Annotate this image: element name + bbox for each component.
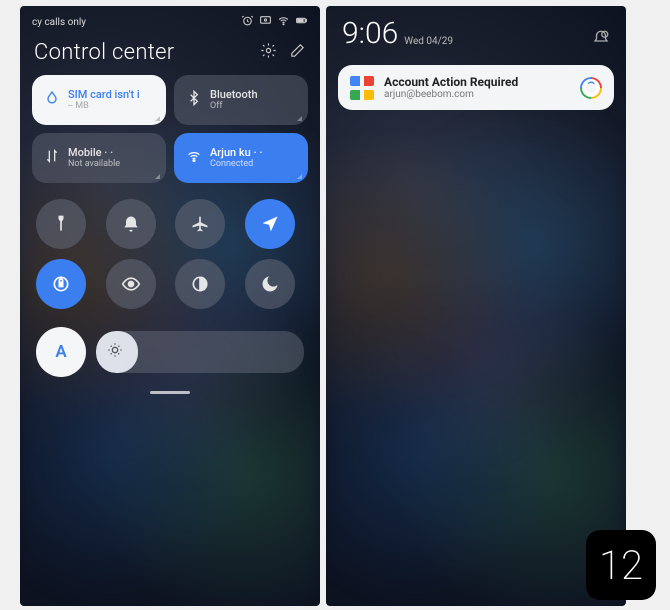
bluetooth-icon: [186, 90, 202, 110]
control-center-header: Control center: [20, 34, 320, 75]
page-title: Control center: [34, 40, 175, 65]
wifi-icon: [277, 14, 290, 30]
google-logo-icon: [580, 77, 602, 99]
mobile-data-icon: [44, 148, 60, 168]
phone-control-center: cy calls only Control center SIM card is: [20, 6, 320, 606]
toggle-auto-brightness[interactable]: A: [36, 327, 86, 377]
toggle-sound[interactable]: [106, 199, 156, 249]
tile-title: SIM card isn't i: [68, 89, 140, 102]
drag-handle[interactable]: [150, 391, 190, 394]
expand-corner-icon: [297, 116, 302, 121]
toggle-location[interactable]: [245, 199, 295, 249]
notification-card[interactable]: Account Action Required arjun@beebom.com: [338, 65, 614, 110]
notification-title: Account Action Required: [384, 75, 570, 89]
toggle-airplane[interactable]: [175, 199, 225, 249]
expand-corner-icon: [155, 116, 160, 121]
notification-settings-icon[interactable]: [592, 29, 610, 51]
tile-bluetooth[interactable]: Bluetooth Off: [174, 75, 308, 125]
status-icons: [241, 14, 308, 30]
status-bar: cy calls only: [20, 6, 320, 34]
tile-title: Bluetooth: [210, 89, 258, 102]
toggle-flashlight[interactable]: [36, 199, 86, 249]
edit-icon[interactable]: [289, 42, 306, 63]
cast-icon: [259, 14, 272, 30]
tile-sub: Not available: [68, 159, 120, 169]
phone-lockscreen: 9:06 Wed 04/29 Account Action Required a…: [326, 6, 626, 606]
notification-subtitle: arjun@beebom.com: [384, 89, 570, 100]
tile-title: Mobile · ·: [68, 147, 120, 160]
tile-sub: Connected: [210, 159, 262, 169]
brightness-icon: [107, 342, 123, 362]
tile-sub: Off: [210, 101, 258, 111]
tile-title: Arjun ku · ·: [210, 147, 262, 160]
toggle-dnd[interactable]: [245, 259, 295, 309]
toggle-rotation-lock[interactable]: [36, 259, 86, 309]
brightness-slider[interactable]: [96, 331, 304, 373]
droplet-icon: [44, 90, 60, 110]
settings-icon[interactable]: [260, 42, 277, 63]
quick-toggle-grid: [32, 191, 308, 317]
alarm-icon: [241, 14, 254, 30]
expand-corner-icon: [155, 174, 160, 179]
lock-date: Wed 04/29: [404, 36, 453, 47]
miui-12-badge: 12: [586, 530, 656, 600]
toggle-dark-mode[interactable]: [175, 259, 225, 309]
puzzle-icon: [350, 76, 374, 100]
tile-sim-data[interactable]: SIM card isn't i -- MB: [32, 75, 166, 125]
lock-time: 9:06: [342, 16, 398, 51]
status-carrier: cy calls only: [32, 17, 86, 28]
tile-mobile-data[interactable]: Mobile · · Not available: [32, 133, 166, 183]
toggle-visibility[interactable]: [106, 259, 156, 309]
tile-wifi[interactable]: Arjun ku · · Connected: [174, 133, 308, 183]
tile-sub: -- MB: [68, 101, 140, 111]
expand-corner-icon: [297, 174, 302, 179]
wifi-icon: [186, 148, 202, 168]
battery-icon: [295, 14, 308, 30]
